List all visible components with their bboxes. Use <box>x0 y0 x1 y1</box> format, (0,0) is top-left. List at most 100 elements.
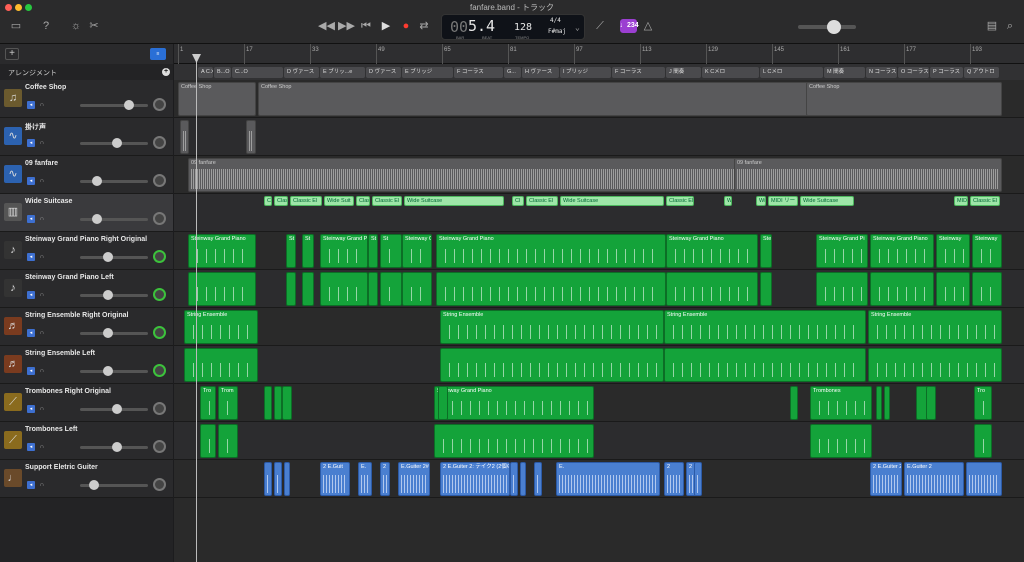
pan-knob[interactable] <box>153 326 166 339</box>
region[interactable]: 09 fanfare <box>734 158 1002 192</box>
region[interactable]: Clas <box>274 196 288 206</box>
region[interactable] <box>884 386 890 420</box>
track-volume-knob[interactable] <box>111 404 122 414</box>
track-volume-slider[interactable] <box>80 370 148 373</box>
play-icon[interactable]: ▶ <box>378 18 394 34</box>
headphones-icon[interactable]: ∩ <box>38 367 46 375</box>
track-volume-knob[interactable] <box>103 366 114 376</box>
region[interactable] <box>760 272 772 306</box>
headphones-icon[interactable]: ∩ <box>38 139 46 147</box>
track-header[interactable]: ⟋ Trombones Left ◂ ∩ <box>0 422 173 460</box>
mute-button[interactable]: ◂ <box>27 443 35 451</box>
region[interactable]: Steinway Grand Piano <box>188 234 256 268</box>
region[interactable] <box>284 462 290 496</box>
headphones-icon[interactable]: ∩ <box>38 291 46 299</box>
region[interactable]: Wide Suitcase <box>800 196 854 206</box>
track-volume-slider[interactable] <box>80 218 148 221</box>
track-volume-slider[interactable] <box>80 256 148 259</box>
region[interactable] <box>816 272 868 306</box>
region[interactable] <box>926 386 936 420</box>
arrangement-section[interactable]: K Cメロ <box>702 67 759 78</box>
mute-button[interactable]: ◂ <box>27 405 35 413</box>
region[interactable]: 2 <box>380 462 390 496</box>
region[interactable] <box>664 348 866 382</box>
region[interactable] <box>870 272 934 306</box>
region[interactable]: Steinway Grand Pi <box>816 234 868 268</box>
notepad-icon[interactable]: ▤ <box>984 18 1000 34</box>
region[interactable]: Classic El <box>526 196 558 206</box>
track-volume-knob[interactable] <box>111 442 122 452</box>
region[interactable]: Cl <box>264 196 272 206</box>
arrangement-section[interactable]: N コーラス <box>866 67 897 78</box>
region[interactable]: Tro <box>200 386 216 420</box>
region[interactable]: 2 E.Guit <box>320 462 350 496</box>
headphones-icon[interactable]: ∩ <box>38 253 46 261</box>
pan-knob[interactable] <box>153 136 166 149</box>
region[interactable]: Stei <box>760 234 772 268</box>
arrangement-section[interactable]: G... <box>504 67 521 78</box>
track-volume-knob[interactable] <box>91 176 102 186</box>
track-header[interactable]: ♪ Steinway Grand Piano Right Original ◂ ∩ <box>0 232 173 270</box>
region[interactable]: Steinway Grand Piano <box>402 234 432 268</box>
track-filter-button[interactable]: ≡ <box>150 48 166 60</box>
region[interactable] <box>434 424 594 458</box>
track-volume-slider[interactable] <box>80 104 148 107</box>
cycle-icon[interactable]: ⇄ <box>416 18 432 34</box>
region[interactable] <box>520 462 526 496</box>
track-header[interactable]: ⟋ Trombones Right Original ◂ ∩ <box>0 384 173 422</box>
region[interactable] <box>534 462 542 496</box>
lcd-display[interactable]: 00 5.4 BAR BEAT 128 TEMPO 4/4 F#maj ⌄ <box>441 14 585 40</box>
track-volume-knob[interactable] <box>103 328 114 338</box>
region[interactable] <box>246 120 256 154</box>
pan-knob[interactable] <box>153 288 166 301</box>
region[interactable] <box>440 348 664 382</box>
arrangement-section[interactable]: Q アウトロ <box>964 67 999 78</box>
region[interactable] <box>966 462 1002 496</box>
region[interactable] <box>380 272 402 306</box>
region[interactable] <box>790 386 798 420</box>
region[interactable]: Wide <box>756 196 766 206</box>
track-volume-knob[interactable] <box>103 290 114 300</box>
region[interactable]: E. <box>556 462 660 496</box>
headphones-icon[interactable]: ∩ <box>38 481 46 489</box>
region[interactable] <box>666 272 758 306</box>
timeline-ruler[interactable]: 1 17 33 49 65 81 97 113 129 145 161 177 193 <box>174 44 1024 64</box>
track-volume-slider[interactable] <box>80 294 148 297</box>
go-to-start-icon[interactable]: ⏮ <box>358 18 374 34</box>
region[interactable] <box>274 462 282 496</box>
arrangement-section[interactable]: O コーラス <box>898 67 929 78</box>
mute-button[interactable]: ◂ <box>27 367 35 375</box>
region[interactable]: Trom <box>218 386 238 420</box>
add-track-button[interactable]: + <box>5 48 19 60</box>
mute-button[interactable]: ◂ <box>27 481 35 489</box>
region[interactable] <box>936 272 970 306</box>
arrangement-section[interactable]: C...O <box>232 67 283 78</box>
region[interactable]: Wi <box>724 196 732 206</box>
arrangement-section[interactable]: P コーラス <box>930 67 963 78</box>
region[interactable]: Classic El <box>290 196 322 206</box>
arrangement-section[interactable]: M 間奏 <box>824 67 865 78</box>
track-volume-slider[interactable] <box>80 332 148 335</box>
region[interactable]: MIDI <box>954 196 968 206</box>
headphones-icon[interactable]: ∩ <box>38 215 46 223</box>
region[interactable]: Cl <box>512 196 524 206</box>
region[interactable]: Steinway Grand Piano <box>436 234 666 268</box>
mute-button[interactable]: ◂ <box>27 101 35 109</box>
region[interactable]: String Ensemble <box>868 310 1002 344</box>
library-icon[interactable]: ▭ <box>8 18 24 34</box>
region[interactable]: Steinway Grand Piano <box>666 234 758 268</box>
headphones-icon[interactable]: ∩ <box>38 405 46 413</box>
mute-button[interactable]: ◂ <box>27 291 35 299</box>
pan-knob[interactable] <box>153 364 166 377</box>
arrangement-section[interactable]: A Cメロ <box>198 67 213 78</box>
region[interactable]: MIDI リー <box>768 196 798 206</box>
help-icon[interactable]: ? <box>38 18 54 34</box>
region[interactable]: 2 E.Guiter 2: テイク2 (2個のテイク <box>440 462 510 496</box>
track-volume-knob[interactable] <box>91 214 102 224</box>
region[interactable]: Classic El <box>666 196 694 206</box>
region[interactable]: Coffee Shop <box>806 82 1002 116</box>
region[interactable]: E.Guiter 2#11.1 <box>398 462 430 496</box>
region[interactable]: 2 <box>664 462 684 496</box>
scissors-icon[interactable]: ✂ <box>86 18 102 34</box>
region[interactable]: Steinway Grand Piano <box>320 234 368 268</box>
